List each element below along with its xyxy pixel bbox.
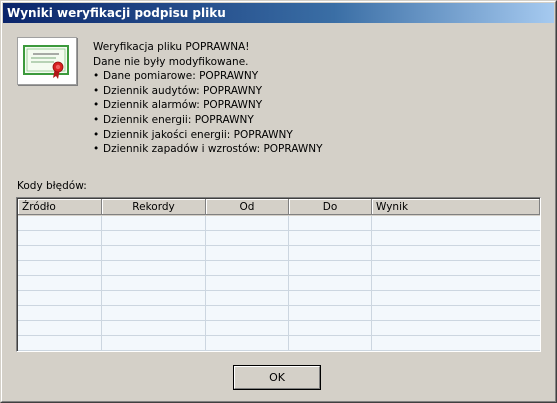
ok-button[interactable]: OK <box>233 365 321 390</box>
ok-button-label: OK <box>234 366 320 389</box>
verification-message: Weryfikacja pliku POPRAWNA! Dane nie był… <box>93 40 323 157</box>
table-row[interactable] <box>18 261 540 276</box>
table-row[interactable] <box>18 276 540 291</box>
table-row[interactable] <box>18 291 540 306</box>
bullet-icon: • <box>93 128 100 141</box>
result-item: • Dane pomiarowe: POPRAWNY <box>93 70 259 83</box>
bullet-icon: • <box>93 84 100 97</box>
result-item: • Dziennik audytów: POPRAWNY <box>93 84 263 97</box>
column-divider <box>205 216 206 351</box>
table-body[interactable] <box>18 216 540 351</box>
column-header-result[interactable]: Wynik <box>372 199 540 215</box>
result-item: • Dziennik alarmów: POPRAWNY <box>93 99 263 112</box>
error-codes-label: Kody błędów: <box>17 180 87 192</box>
bullet-icon: • <box>93 143 100 156</box>
column-header-records[interactable]: Rekordy <box>102 199 206 215</box>
column-divider <box>288 216 289 351</box>
result-item: • Dziennik energii: POPRAWNY <box>93 113 254 126</box>
window-title: Wyniki weryfikacji podpisu pliku <box>7 6 226 20</box>
table-row[interactable] <box>18 336 540 351</box>
table-row[interactable] <box>18 231 540 246</box>
column-divider <box>101 216 102 351</box>
bullet-icon: • <box>93 70 100 83</box>
table-header: Źródło Rekordy Od Do Wynik <box>18 199 540 216</box>
table-row[interactable] <box>18 216 540 231</box>
result-item: • Dziennik zapadów i wzrostów: POPRAWNY <box>93 143 323 156</box>
table-row[interactable] <box>18 306 540 321</box>
bullet-icon: • <box>93 99 100 112</box>
certificate-icon <box>17 37 77 85</box>
verification-heading: Weryfikacja pliku POPRAWNA! <box>93 41 250 53</box>
column-header-source[interactable]: Źródło <box>18 199 102 215</box>
verification-subheading: Dane nie były modyfikowane. <box>93 55 249 68</box>
table-row[interactable] <box>18 321 540 336</box>
column-header-to[interactable]: Do <box>289 199 372 215</box>
dialog-window: Wyniki weryfikacji podpisu pliku Weryfik… <box>0 0 557 403</box>
error-codes-table[interactable]: Źródło Rekordy Od Do Wynik <box>16 197 541 352</box>
title-bar[interactable]: Wyniki weryfikacji podpisu pliku <box>3 3 554 23</box>
result-item: • Dziennik jakości energii: POPRAWNY <box>93 128 293 141</box>
column-divider <box>371 216 372 351</box>
table-row[interactable] <box>18 246 540 261</box>
bullet-icon: • <box>93 113 100 126</box>
column-header-from[interactable]: Od <box>206 199 289 215</box>
